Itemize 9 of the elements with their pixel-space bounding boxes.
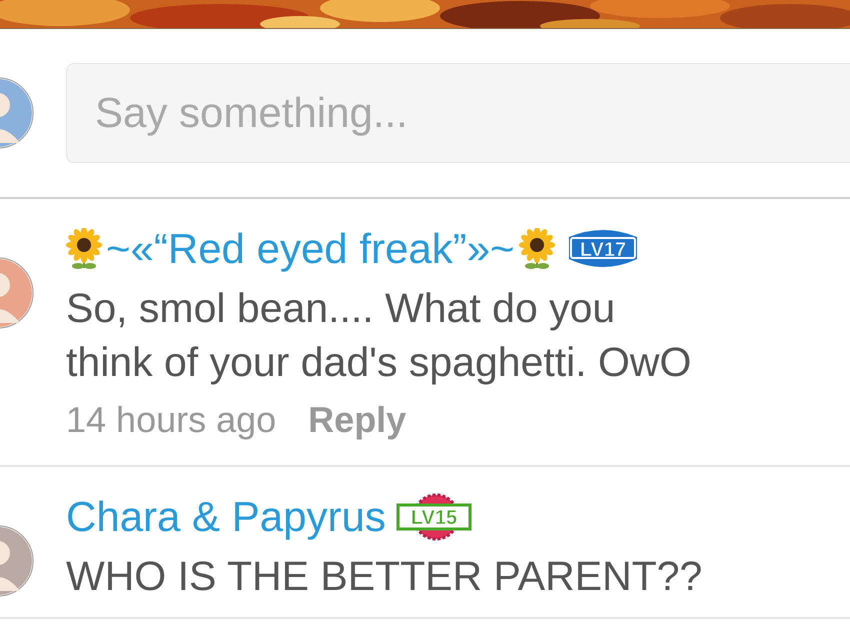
comment-text: WHO IS THE BETTER PARENT?? (66, 552, 704, 601)
user-name[interactable]: ~«“Red eyed freak”»~ (106, 225, 515, 273)
reply-button[interactable]: Reply (308, 399, 406, 441)
user-name[interactable]: Chara & Papyrus (66, 493, 386, 541)
timestamp: 14 hours ago (66, 399, 276, 441)
comment-field[interactable]: Say something... (66, 63, 850, 163)
comment-text: So, smol bean.... What do you think of your dad's spaghetti. OwO (66, 284, 692, 387)
sunflower-icon (66, 228, 102, 270)
sunflower-icon (518, 228, 555, 270)
